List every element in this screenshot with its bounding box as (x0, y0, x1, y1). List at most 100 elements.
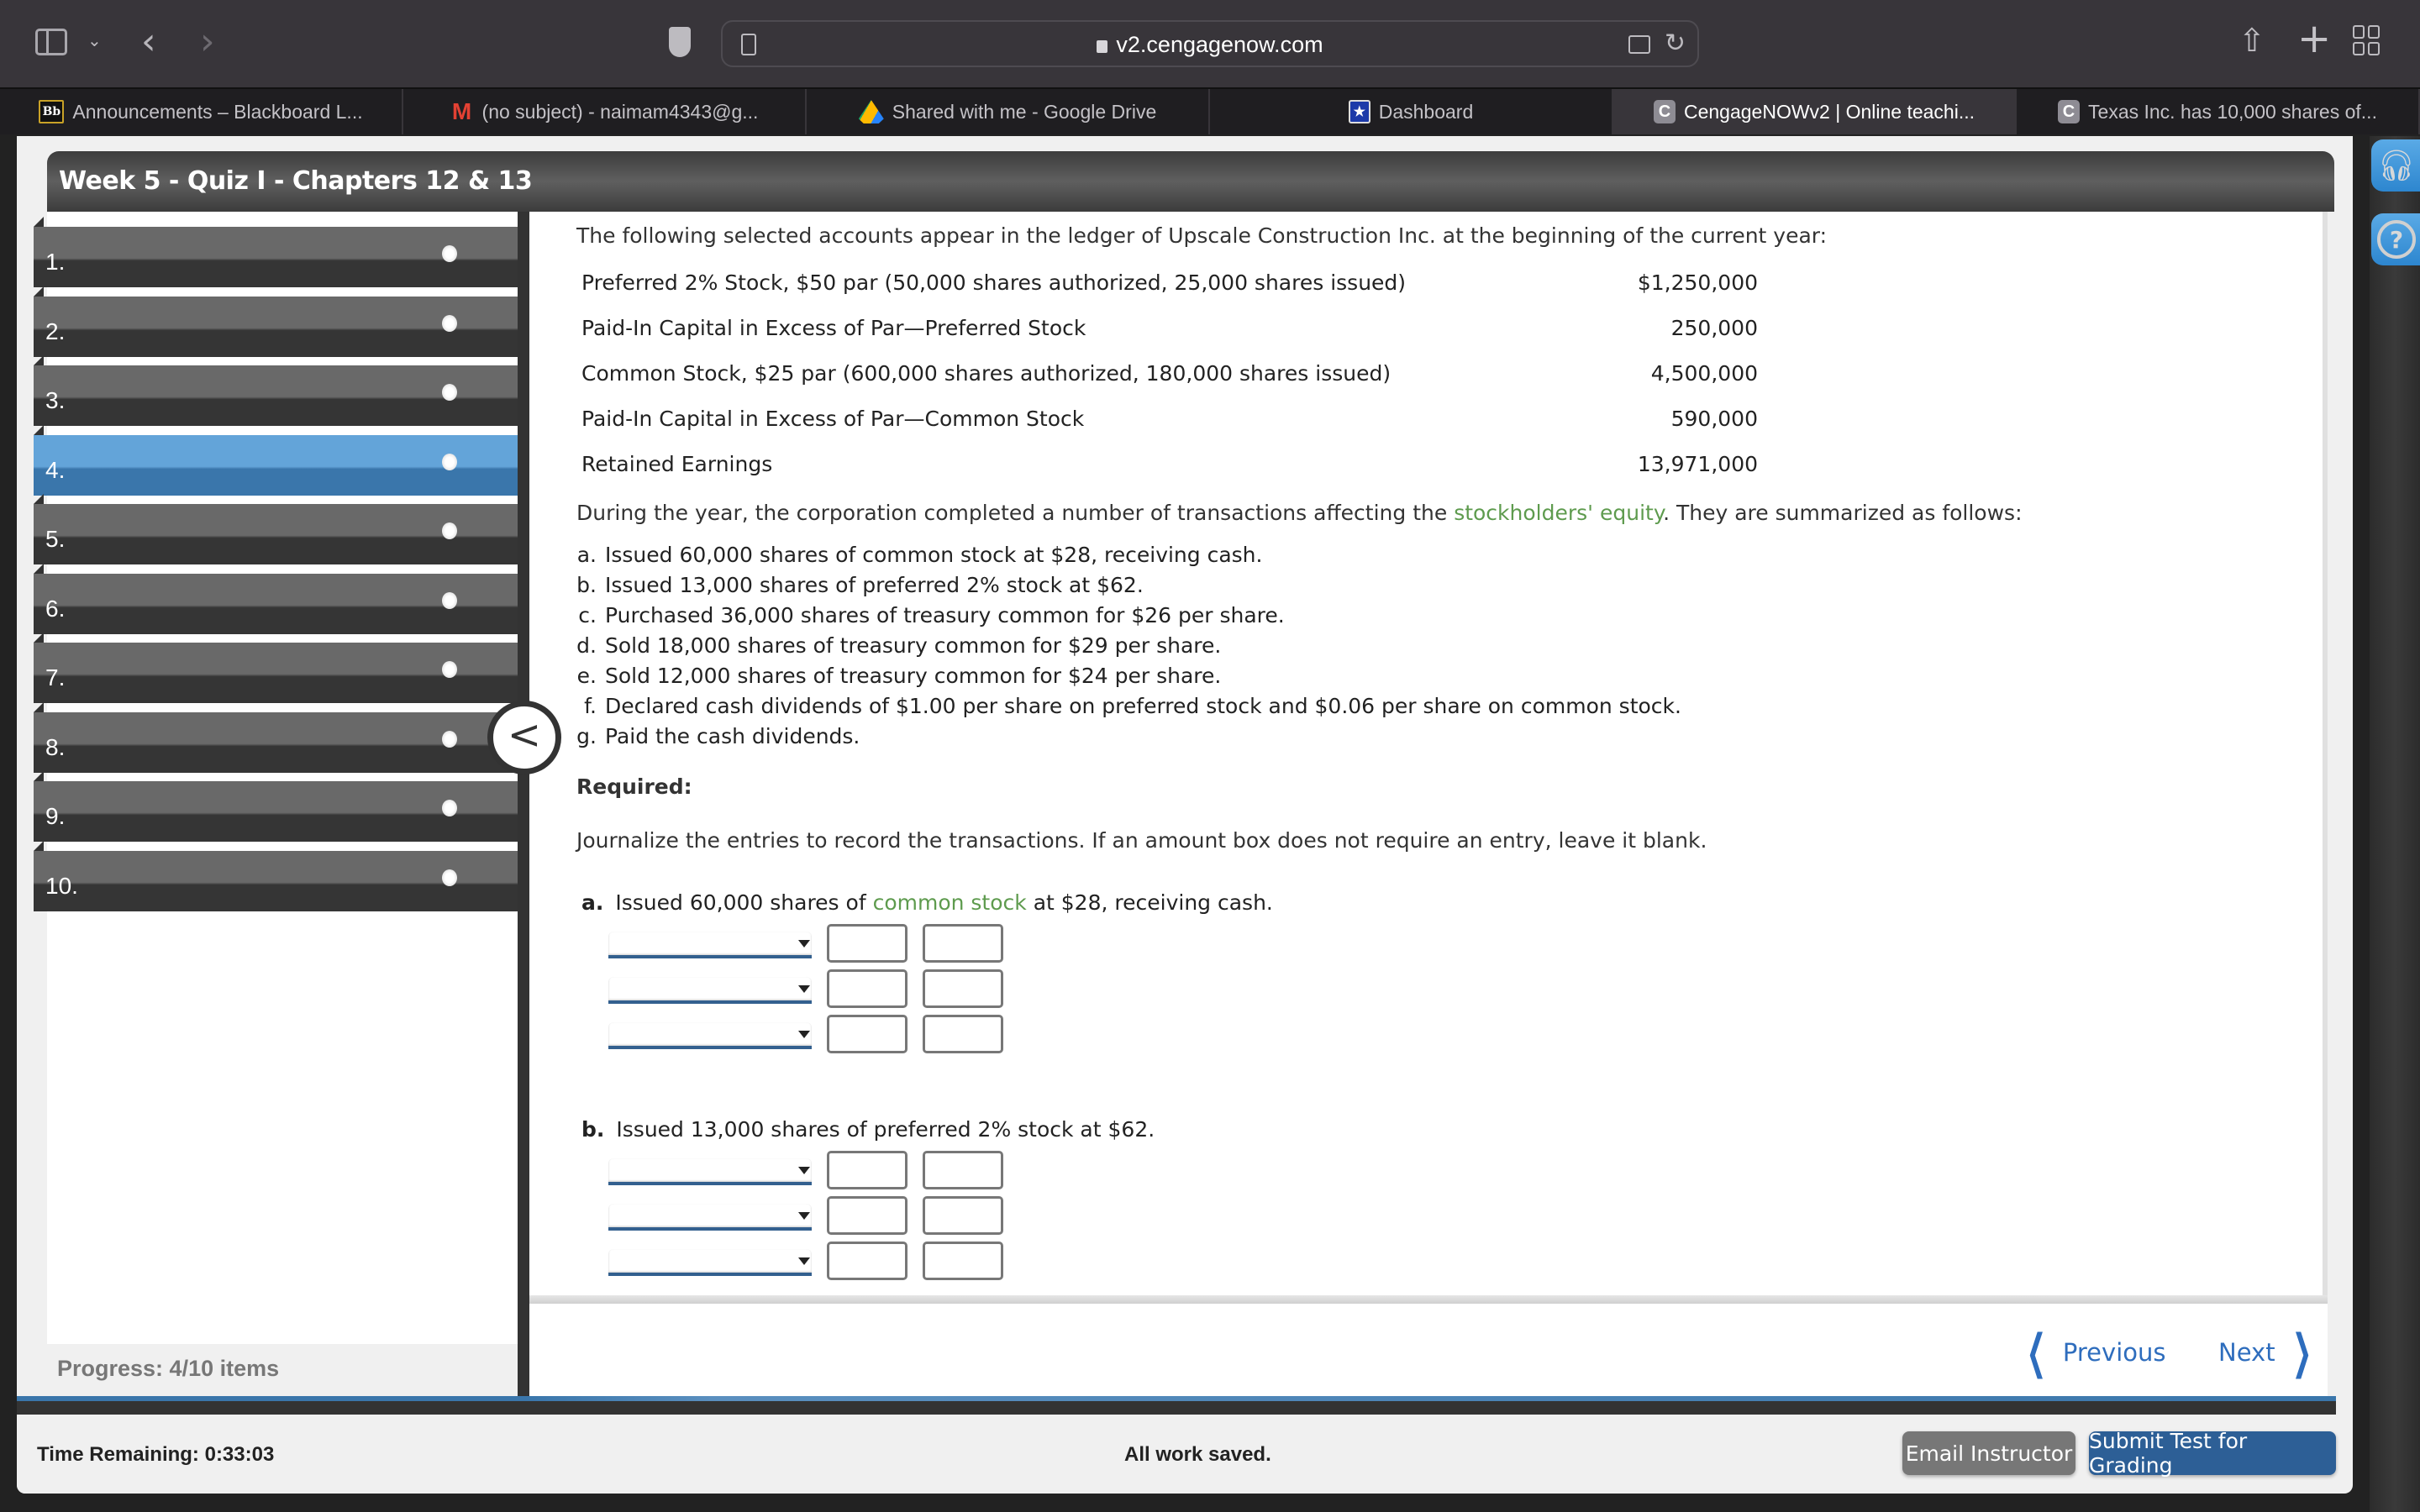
forward-button[interactable]: › (200, 20, 215, 63)
journal-entry-row (608, 921, 1003, 966)
journal-part-label: a. Issued 60,000 shares of common stock a… (581, 890, 1273, 915)
sidebar-toggle-icon[interactable] (35, 29, 67, 55)
credit-input[interactable] (923, 969, 1003, 1008)
during-text-pre: During the year, the corporation complet… (576, 501, 1455, 525)
journal-entry-rows (608, 1147, 1003, 1284)
account-select[interactable] (608, 1158, 812, 1185)
credit-input[interactable] (923, 1151, 1003, 1189)
credit-input[interactable] (923, 1015, 1003, 1053)
journal-entry-row (608, 1193, 1003, 1238)
url-display[interactable]: v2.cengagenow.com (723, 32, 1697, 58)
browser-tab[interactable]: ★ Dashboard (1210, 89, 1613, 134)
question-nav-item[interactable]: 10. (34, 840, 531, 911)
browser-tab[interactable]: Shared with me - Google Drive (807, 89, 1210, 134)
status-dot-icon (442, 661, 457, 678)
debit-input[interactable] (827, 1196, 908, 1235)
common-stock-link[interactable]: common stock (873, 890, 1027, 915)
transaction-text: Sold 12,000 shares of treasury common fo… (605, 664, 1222, 688)
debit-input[interactable] (827, 1242, 908, 1280)
browser-toolbar: ⌄ ‹ › v2.cengagenow.com ↻ ⇧ + (0, 0, 2420, 87)
transaction-text: Issued 13,000 shares of preferred 2% sto… (605, 573, 1144, 597)
debit-input[interactable] (827, 924, 908, 963)
account-select[interactable] (608, 932, 812, 958)
ledger-account: Preferred 2% Stock, $50 par (50,000 shar… (581, 270, 1407, 295)
browser-tab-label: (no subject) - naimam4343@g... (481, 100, 759, 123)
debit-input[interactable] (827, 1151, 908, 1189)
back-button[interactable]: ‹ (141, 20, 156, 63)
status-dot-icon (442, 314, 457, 332)
help-question-icon: ? (2377, 220, 2416, 259)
question-nav-item[interactable]: 1. (34, 217, 531, 287)
question-nav-item[interactable]: 8. (34, 701, 531, 773)
account-select[interactable] (608, 977, 812, 1004)
email-instructor-button[interactable]: Email Instructor (1902, 1431, 2075, 1475)
journal-entry-rows (608, 921, 1003, 1057)
browser-tab[interactable]: M (no subject) - naimam4343@g... (403, 89, 807, 134)
lock-icon (1097, 40, 1108, 53)
question-nav-item[interactable]: 7. (34, 633, 531, 703)
chevron-left-icon: ❮ (2026, 1325, 2047, 1379)
question-number: 1. (45, 249, 66, 275)
question-nav-item[interactable]: 3. (34, 355, 531, 426)
previous-button[interactable]: ❮ Previous (2017, 1325, 2166, 1379)
headset-icon: 🎧︎ (2377, 149, 2416, 183)
status-dot-icon (442, 869, 457, 886)
help-button[interactable]: ? (2371, 213, 2420, 265)
privacy-shield-icon[interactable] (669, 27, 691, 57)
ledger-row: Retained Earnings 13,971,000 (581, 452, 1758, 497)
collapse-nav-button[interactable]: < (487, 701, 561, 774)
question-nav-item[interactable]: 2. (34, 286, 531, 357)
chevron-down-icon[interactable]: ⌄ (87, 30, 102, 50)
question-nav: 1. 2. 3. 4. 5. 6. 7. 8. 9. 10. (34, 212, 531, 1344)
debit-input[interactable] (827, 969, 908, 1008)
ledger-account: Retained Earnings (581, 452, 773, 476)
browser-tab-label: Announcements – Blackboard L... (72, 100, 363, 123)
transaction-item: g. Paid the cash dividends. (571, 724, 1681, 754)
stockholders-equity-link[interactable]: stockholders' equity (1454, 501, 1663, 525)
account-select[interactable] (608, 1249, 812, 1276)
intro-text: The following selected accounts appear i… (576, 223, 1828, 248)
ledger-account: Common Stock, $25 par (600,000 shares au… (581, 361, 1392, 386)
content-footer: ❮ Previous Next ❯ (529, 1304, 2328, 1398)
progress-label: Progress: 4/10 items (57, 1356, 280, 1381)
transaction-text: Sold 18,000 shares of treasury common fo… (605, 633, 1222, 658)
browser-tab[interactable]: Bb Announcements – Blackboard L... (0, 89, 403, 134)
question-content[interactable]: The following selected accounts appear i… (529, 212, 2328, 1300)
debit-input[interactable] (827, 1015, 908, 1053)
tab-grid-icon[interactable] (2353, 25, 2380, 55)
credit-input[interactable] (923, 1196, 1003, 1235)
support-button[interactable]: 🎧︎ (2371, 139, 2420, 192)
account-select[interactable] (608, 1204, 812, 1231)
next-button[interactable]: Next ❯ (2218, 1329, 2321, 1376)
status-dot-icon (442, 730, 457, 748)
submit-test-button[interactable]: Submit Test for Grading (2089, 1429, 2336, 1478)
journal-entry-row (608, 1238, 1003, 1284)
chevron-right-icon: ❯ (2291, 1325, 2312, 1379)
question-nav-item[interactable]: 5. (34, 494, 531, 564)
transaction-letter: f. (584, 694, 597, 718)
nav-divider (518, 212, 529, 1398)
next-label: Next (2218, 1338, 2275, 1367)
question-nav-item[interactable]: 9. (34, 771, 531, 842)
ledger-row: Paid-In Capital in Excess of Par—Preferr… (581, 316, 1758, 361)
question-nav-item[interactable]: 6. (34, 563, 531, 634)
journal-part-label: b. Issued 13,000 shares of preferred 2% s… (581, 1117, 1155, 1142)
question-nav-item[interactable]: 4. (34, 424, 531, 496)
share-icon[interactable]: ⇧ (2238, 22, 2265, 59)
ledger-amount: 590,000 (1670, 407, 1758, 431)
instructions-text: Journalize the entries to record the tra… (576, 828, 1707, 853)
credit-input[interactable] (923, 924, 1003, 963)
account-select[interactable] (608, 1022, 812, 1049)
reload-icon[interactable]: ↻ (1665, 29, 1686, 58)
credit-input[interactable] (923, 1242, 1003, 1280)
status-dot-icon (442, 522, 457, 539)
required-heading: Required: (576, 774, 692, 799)
question-number: 10. (45, 872, 78, 899)
address-bar[interactable]: v2.cengagenow.com ↻ (721, 20, 1699, 67)
browser-tab[interactable]: C Texas Inc. has 10,000 shares of... (2017, 89, 2420, 134)
tab-overview-icon[interactable] (1628, 35, 1650, 54)
transaction-item: b. Issued 13,000 shares of preferred 2% s… (571, 573, 1681, 603)
new-tab-button[interactable]: + (2297, 15, 2331, 62)
status-dot-icon (442, 384, 457, 401)
browser-tab[interactable]: C CengageNOWv2 | Online teachi... (1613, 89, 2017, 134)
